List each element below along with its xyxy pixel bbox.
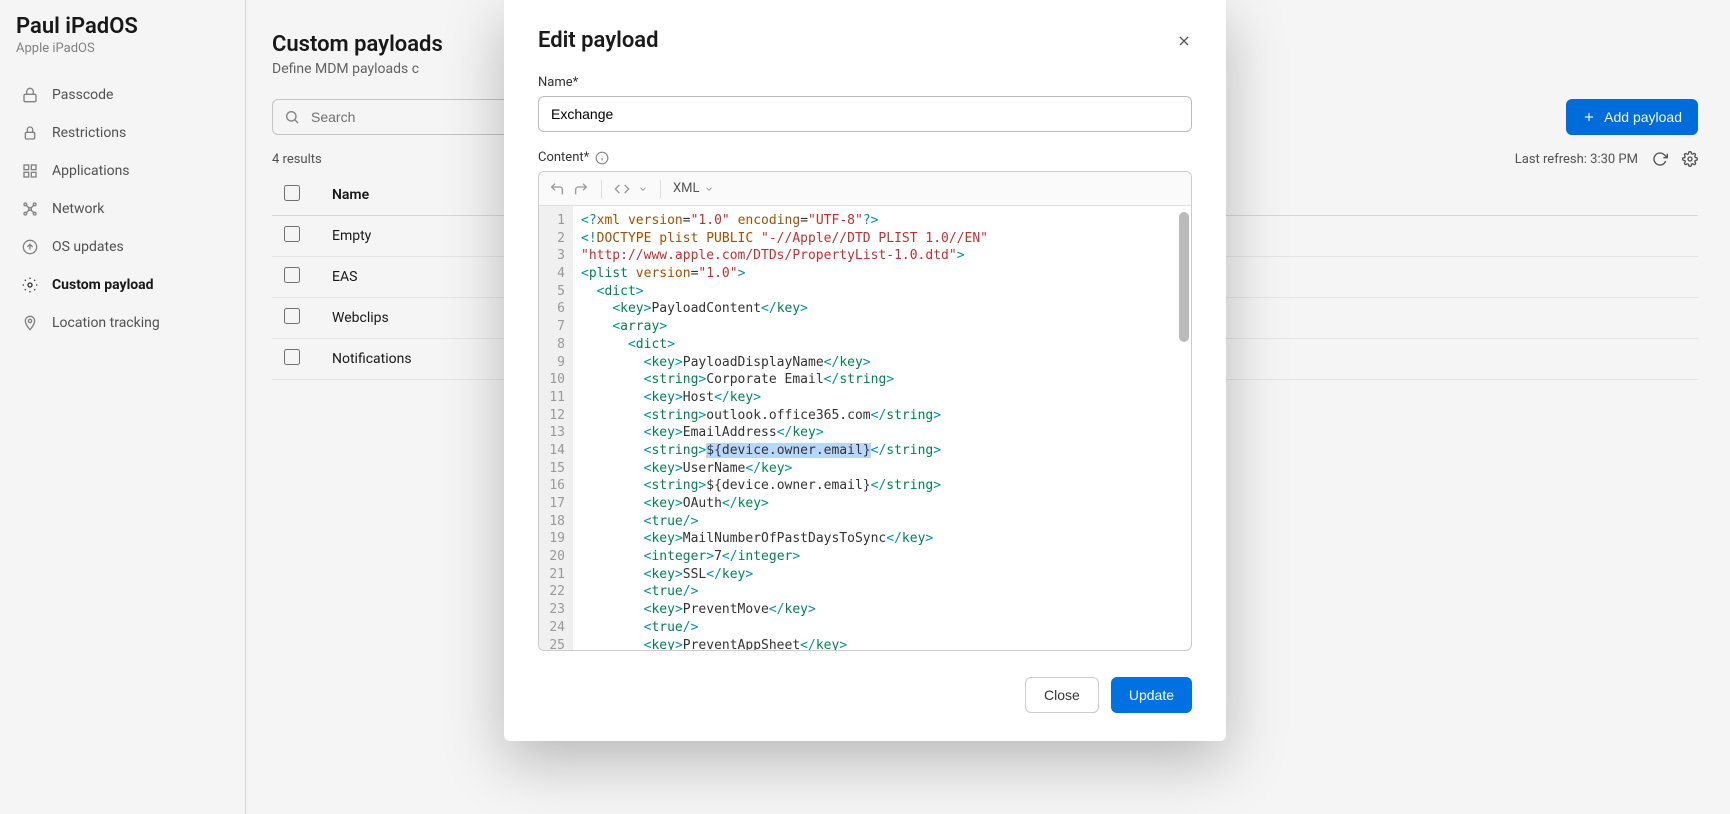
content-label: Content* xyxy=(538,150,589,165)
modal-overlay: Edit payload Name* Content* XML xyxy=(0,0,1730,814)
close-icon[interactable] xyxy=(1176,33,1192,49)
edit-payload-modal: Edit payload Name* Content* XML xyxy=(504,0,1226,741)
toolbar-divider xyxy=(601,180,602,198)
name-input[interactable] xyxy=(538,96,1192,132)
name-label: Name* xyxy=(538,75,1192,90)
chevron-down-icon xyxy=(704,184,714,194)
language-selector[interactable]: XML xyxy=(673,181,714,196)
info-icon[interactable] xyxy=(595,151,609,165)
code-editor: XML 123456789101112131415161718192021222… xyxy=(538,171,1192,651)
code-icon[interactable] xyxy=(614,181,630,197)
close-button[interactable]: Close xyxy=(1025,677,1099,713)
modal-title: Edit payload xyxy=(538,28,658,53)
line-gutter: 1234567891011121314151617181920212223242… xyxy=(539,206,573,650)
redo-icon[interactable] xyxy=(573,181,589,197)
code-content[interactable]: <?xml version="1.0" encoding="UTF-8"?><!… xyxy=(573,206,1191,650)
toolbar-divider xyxy=(660,180,661,198)
language-label: XML xyxy=(673,181,700,196)
editor-body[interactable]: 1234567891011121314151617181920212223242… xyxy=(539,206,1191,650)
update-button[interactable]: Update xyxy=(1111,677,1192,713)
editor-toolbar: XML xyxy=(539,172,1191,206)
undo-icon[interactable] xyxy=(549,181,565,197)
chevron-down-icon[interactable] xyxy=(638,184,648,194)
vertical-scrollbar[interactable] xyxy=(1179,212,1189,342)
